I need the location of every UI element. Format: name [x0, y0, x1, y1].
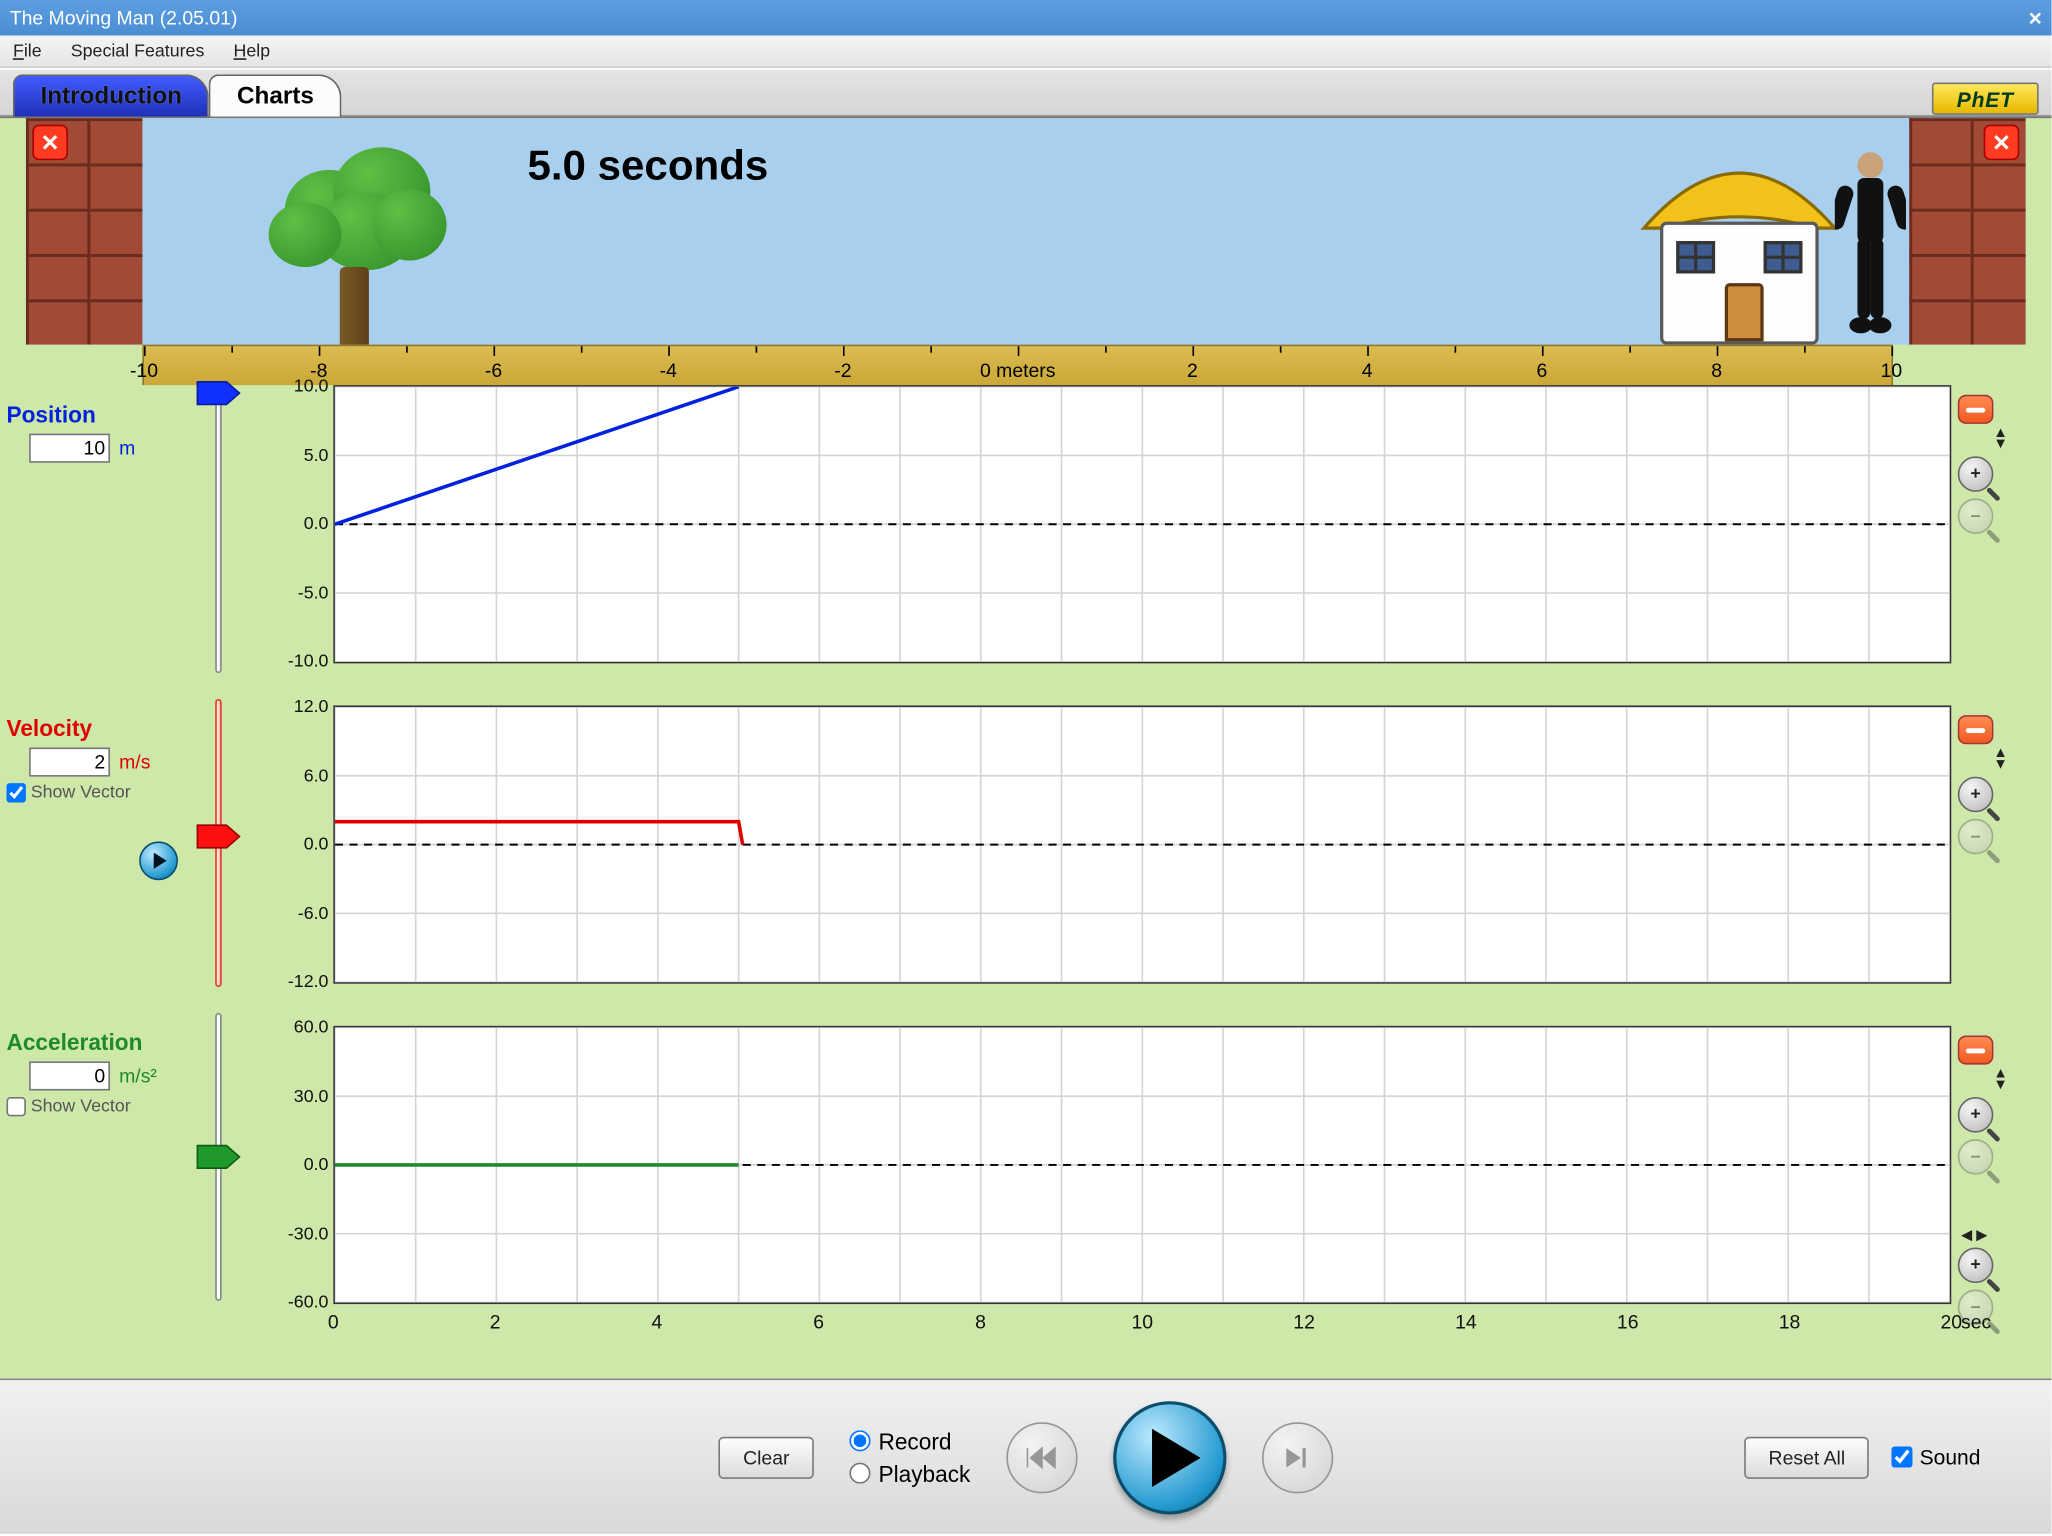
position-chart-controls: ▲▼ + – — [1958, 395, 2003, 534]
position-panel: Position m — [6, 401, 200, 462]
velocity-play-button[interactable] — [139, 841, 178, 880]
acceleration-slider[interactable] — [204, 1013, 230, 1301]
step-forward-button[interactable] — [1262, 1421, 1333, 1492]
position-chart-zoom-in-button[interactable]: + — [1958, 456, 1994, 492]
menu-special-features[interactable]: Special Features — [64, 38, 211, 64]
window-title: The Moving Man (2.05.01) — [10, 6, 238, 29]
vertical-arrows-icon: ▲▼ — [1993, 748, 2003, 771]
vertical-arrows-icon: ▲▼ — [1993, 1068, 2003, 1091]
mode-radio-group: Record Playback — [849, 1428, 970, 1486]
playback-bar: Clear Record Playback Reset All Sound — [0, 1379, 2052, 1534]
velocity-chart-zoom-out-button[interactable]: – — [1958, 819, 1994, 855]
position-chart-collapse-button[interactable] — [1958, 395, 1994, 424]
position-chart-zoom-out-button[interactable]: – — [1958, 498, 1994, 534]
house-icon — [1650, 150, 1828, 344]
moving-man-icon[interactable] — [1835, 147, 1906, 344]
world-area: ✕ ✕ 5.0 seconds — [0, 116, 2052, 385]
time-axis: 02468101214161820sec — [333, 1311, 1951, 1343]
position-chart: 10.05.00.0-5.0-10.0 — [333, 385, 1951, 663]
remove-wall-left-button[interactable]: ✕ — [32, 125, 68, 161]
window-close-icon[interactable]: × — [2029, 5, 2042, 31]
acceleration-slider-knob[interactable] — [194, 1142, 243, 1171]
menu-help[interactable]: Help — [227, 38, 277, 64]
reset-all-button[interactable]: Reset All — [1744, 1436, 1869, 1478]
menu-bar: File Special Features Help — [0, 36, 2052, 68]
acceleration-show-vector-checkbox[interactable]: Show Vector — [6, 1097, 200, 1116]
tab-introduction[interactable]: Introduction — [13, 74, 210, 116]
acceleration-panel: Acceleration m/s² Show Vector — [6, 1029, 200, 1116]
phet-logo[interactable]: PhET — [1932, 83, 2039, 115]
position-label: Position — [6, 401, 200, 427]
position-input[interactable] — [29, 434, 110, 463]
tab-charts[interactable]: Charts — [210, 74, 342, 116]
acceleration-chart: 60.030.00.0-30.0-60.0 — [333, 1026, 1951, 1304]
time-zoom-in-button[interactable]: + — [1958, 1247, 1994, 1283]
rewind-button[interactable] — [1006, 1421, 1077, 1492]
house-roof-icon — [1637, 150, 1841, 231]
acceleration-chart-controls: ▲▼ + – — [1958, 1036, 2003, 1175]
playback-radio[interactable]: Playback — [849, 1460, 970, 1486]
play-pause-button[interactable] — [1113, 1400, 1226, 1513]
velocity-show-vector-checkbox[interactable]: Show Vector — [6, 783, 200, 802]
velocity-slider[interactable] — [204, 699, 230, 987]
velocity-unit-label: m/s — [119, 751, 150, 774]
sound-checkbox[interactable]: Sound — [1892, 1445, 1980, 1469]
window-title-bar: The Moving Man (2.05.01) × — [0, 0, 2052, 36]
vertical-arrows-icon: ▲▼ — [1993, 427, 2003, 450]
position-ruler: -10-8-6-4-20 meters246810 — [142, 345, 1893, 387]
play-icon — [1152, 1428, 1201, 1486]
velocity-chart: 12.06.00.0-6.0-12.0 — [333, 705, 1951, 983]
record-radio[interactable]: Record — [849, 1428, 970, 1454]
position-slider[interactable] — [204, 385, 230, 673]
time-readout: 5.0 seconds — [527, 141, 768, 191]
position-slider-knob[interactable] — [194, 379, 243, 408]
acceleration-unit-label: m/s² — [119, 1065, 157, 1088]
menu-file[interactable]: File — [6, 38, 48, 64]
velocity-slider-knob[interactable] — [194, 822, 243, 851]
horizontal-arrows-icon: ◀ ▶ — [1961, 1226, 2003, 1244]
acceleration-input[interactable] — [29, 1061, 110, 1090]
tree-icon — [269, 138, 447, 267]
acceleration-chart-zoom-out-button[interactable]: – — [1958, 1139, 1994, 1175]
remove-wall-right-button[interactable]: ✕ — [1984, 125, 2020, 161]
velocity-label: Velocity — [6, 715, 200, 741]
acceleration-chart-collapse-button[interactable] — [1958, 1036, 1994, 1065]
velocity-chart-zoom-in-button[interactable]: + — [1958, 777, 1994, 813]
velocity-panel: Velocity m/s Show Vector — [6, 715, 200, 802]
charts-area: Position m Velocity m/s Show Vector Acce… — [0, 385, 2052, 1378]
acceleration-chart-zoom-in-button[interactable]: + — [1958, 1097, 1994, 1133]
tab-bar: Introduction Charts PhET — [0, 68, 2052, 117]
clear-button[interactable]: Clear — [719, 1436, 814, 1478]
velocity-chart-collapse-button[interactable] — [1958, 715, 1994, 744]
velocity-input[interactable] — [29, 748, 110, 777]
position-unit-label: m — [119, 437, 135, 460]
velocity-chart-controls: ▲▼ + – — [1958, 715, 2003, 854]
acceleration-label: Acceleration — [6, 1029, 200, 1055]
